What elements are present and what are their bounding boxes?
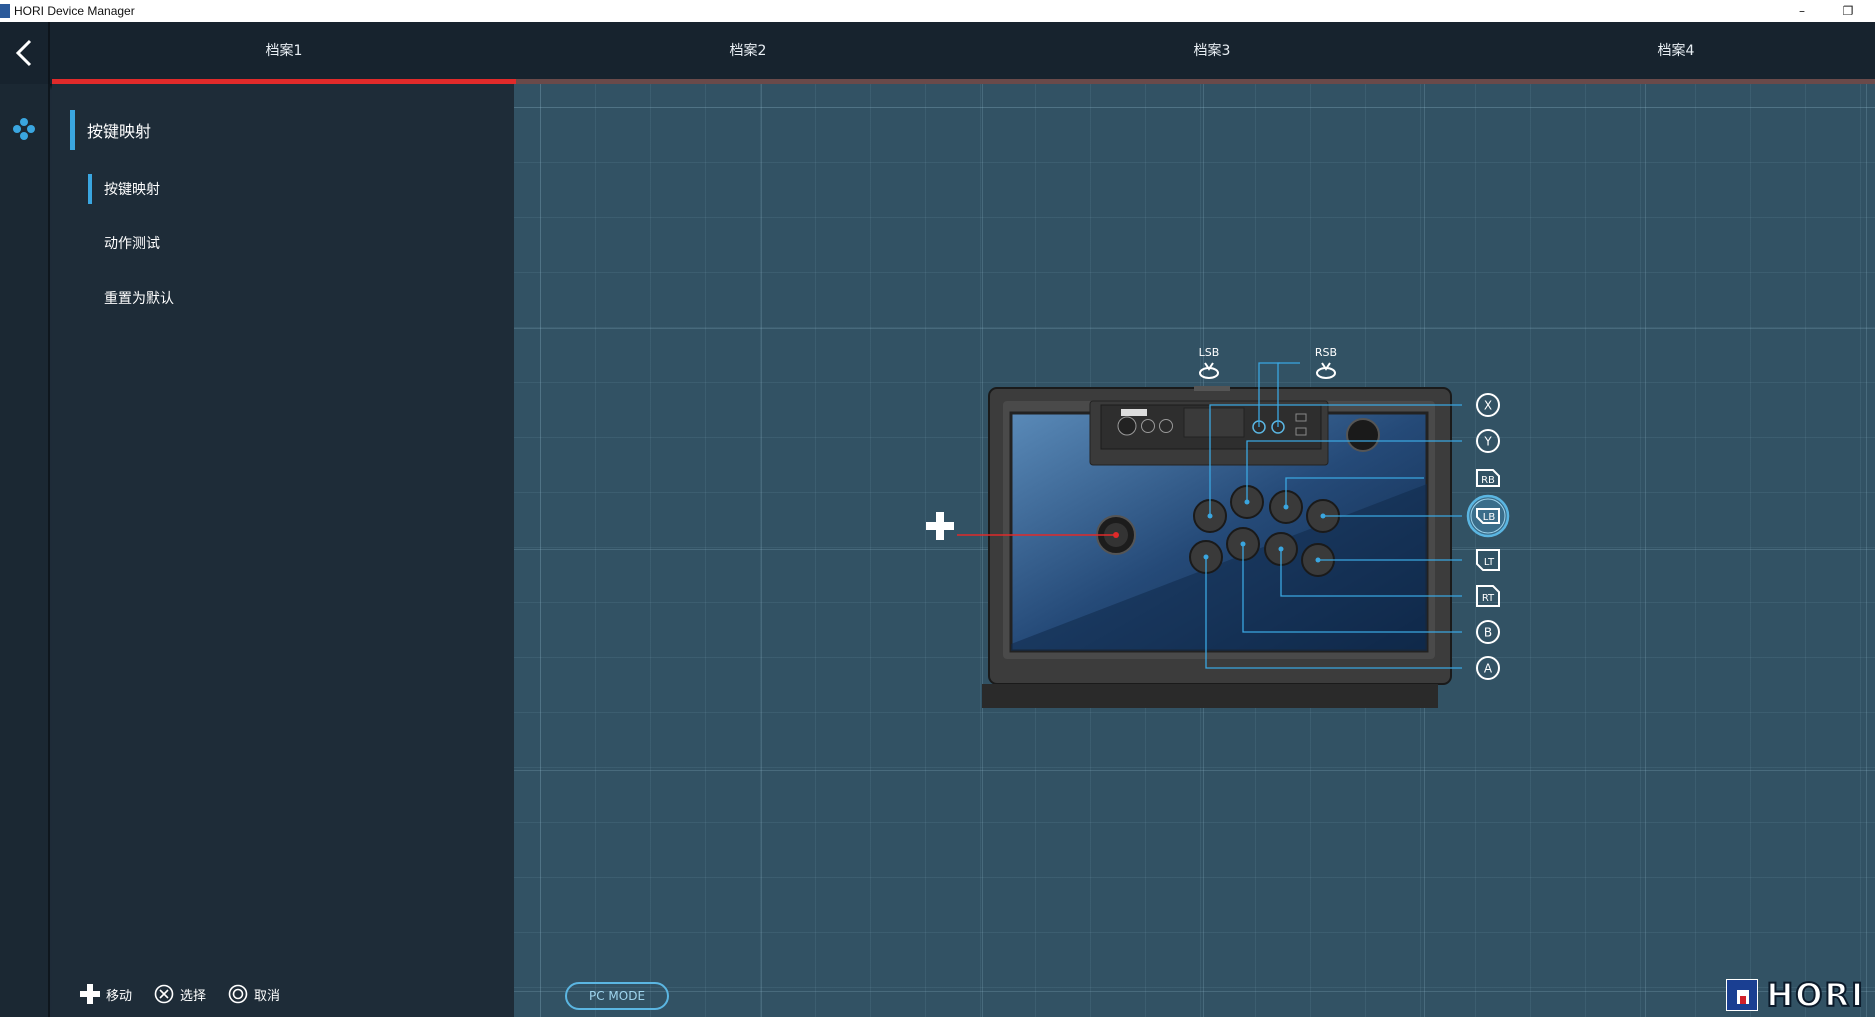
back-button[interactable] (0, 22, 50, 84)
cross-circle-icon (154, 984, 174, 1004)
hint-label: 移动 (106, 988, 133, 1004)
menu-item-reset-default[interactable]: 重置为默认 (88, 283, 174, 313)
section-header: 按键映射 (70, 110, 151, 150)
controller-diagram: LSB RSB X Y RB LB LT RT B A (926, 346, 1510, 708)
hint-label: 取消 (254, 988, 281, 1004)
hint-select: 选择 (154, 984, 206, 1004)
mapping-button-lb-selected[interactable]: LB (1466, 494, 1510, 538)
mapping-button-rb[interactable]: RB (1476, 469, 1500, 487)
tab-profile-3[interactable]: 档案3 (980, 22, 1444, 78)
dpad-icon (80, 984, 100, 1004)
minimize-button[interactable]: – (1779, 0, 1825, 22)
restore-button[interactable]: ❐ (1825, 0, 1871, 22)
stick-press-icon-left (1199, 362, 1219, 379)
title-bar: HORI Device Manager – ❐ (0, 0, 1875, 22)
menu-item-action-test[interactable]: 动作测试 (88, 228, 160, 258)
mapping-button-x[interactable]: X (1476, 393, 1500, 417)
menu-item-label: 重置为默认 (104, 291, 174, 307)
mapping-button-a[interactable]: A (1476, 656, 1500, 680)
control-hints: 移动 选择 取消 (80, 984, 280, 1004)
svg-text:RB: RB (1481, 475, 1495, 486)
svg-text:LT: LT (1484, 557, 1495, 568)
mapping-button-b[interactable]: B (1476, 620, 1500, 644)
dpad-marker-icon (926, 512, 954, 540)
lsb-label: LSB (1199, 346, 1220, 359)
svg-text:Y: Y (1483, 435, 1492, 449)
svg-text:RT: RT (1482, 593, 1495, 604)
hint-label: 选择 (180, 988, 207, 1004)
mapping-button-lt[interactable]: LT (1476, 549, 1500, 571)
svg-text:LB: LB (1483, 512, 1496, 523)
tab-profile-1[interactable]: 档案1 (52, 22, 516, 78)
svg-text:A: A (1484, 662, 1493, 676)
menu-item-label: 按键映射 (104, 182, 160, 198)
hori-badge-icon (1726, 979, 1759, 1011)
chevron-left-icon (15, 39, 32, 67)
mapping-button-y[interactable]: Y (1476, 429, 1500, 453)
profile-tab-bar: 档案1 档案2 档案3 档案4 (0, 22, 1875, 90)
pc-mode-button[interactable]: PC MODE (565, 982, 669, 1010)
svg-text:X: X (1484, 399, 1492, 413)
mapping-button-rt[interactable]: RT (1476, 585, 1500, 607)
dpad-cluster-icon[interactable] (12, 117, 36, 141)
menu-item-button-mapping[interactable]: 按键映射 (88, 174, 160, 204)
hori-logo: HORI (1726, 975, 1865, 1015)
stick-press-icon-right (1316, 362, 1336, 379)
rsb-label: RSB (1315, 346, 1337, 359)
hint-cancel: 取消 (228, 984, 280, 1004)
section-title: 按键映射 (87, 122, 152, 141)
mapping-canvas: LSB RSB X Y RB LB LT RT B A (514, 84, 1875, 1017)
sidebar: 按键映射 按键映射 动作测试 重置为默认 (52, 84, 514, 1017)
left-rail (0, 84, 50, 1017)
svg-text:B: B (1484, 626, 1492, 640)
menu-item-label: 动作测试 (104, 236, 160, 252)
circle-circle-icon (228, 984, 248, 1004)
tab-profile-4[interactable]: 档案4 (1444, 22, 1875, 78)
hint-move: 移动 (80, 984, 132, 1004)
section-header-bar (70, 110, 75, 150)
tabs: 档案1 档案2 档案3 档案4 (52, 22, 1875, 84)
app-icon (0, 4, 10, 18)
window-title: HORI Device Manager (14, 4, 135, 18)
tab-profile-2[interactable]: 档案2 (516, 22, 980, 78)
selected-indicator (88, 174, 92, 204)
brand-text: HORI (1765, 975, 1865, 1015)
